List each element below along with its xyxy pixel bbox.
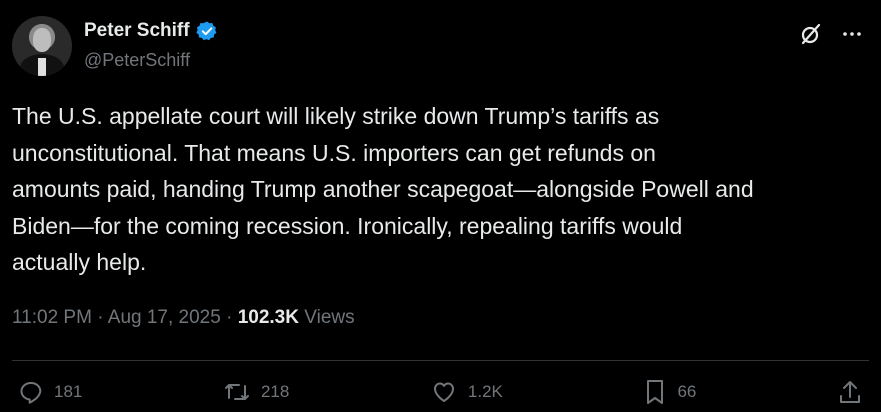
meta-separator: · — [97, 307, 104, 328]
repost-icon — [223, 379, 251, 405]
bookmark-button[interactable]: 66 — [643, 378, 696, 406]
repost-count: 218 — [260, 382, 290, 401]
share-button[interactable] — [837, 378, 863, 406]
meta-separator: · — [226, 307, 233, 328]
grok-icon[interactable] — [799, 22, 823, 46]
repost-button[interactable]: 218 — [223, 379, 289, 405]
reply-icon — [18, 379, 44, 405]
reply-button[interactable]: 181 — [18, 379, 82, 405]
more-icon[interactable] — [841, 23, 863, 45]
divider — [12, 360, 869, 361]
top-icons — [799, 22, 863, 46]
author-handle[interactable]: @PeterSchiff — [84, 50, 190, 71]
tweet-text: The U.S. appellate court will likely str… — [12, 103, 754, 275]
author-name[interactable]: Peter Schiff — [84, 20, 190, 42]
like-button[interactable]: 1.2K — [430, 379, 503, 405]
like-icon — [430, 379, 458, 405]
tweet-date[interactable]: Aug 17, 2025 — [108, 307, 221, 328]
bookmark-count: 66 — [677, 382, 697, 401]
author-name-row: Peter Schiff — [84, 20, 218, 42]
action-bar: 181 218 1.2K 66 — [18, 378, 863, 406]
views-count: 102.3K — [237, 307, 299, 328]
verified-badge-icon — [195, 20, 218, 42]
bookmark-icon — [643, 378, 667, 406]
views-label: Views — [304, 307, 355, 328]
avatar[interactable] — [12, 16, 72, 76]
avatar-face — [33, 28, 51, 52]
reply-count: 181 — [54, 382, 83, 401]
avatar-shirt — [38, 58, 46, 76]
tweet-meta: 11:02 PM · Aug 17, 2025 · 102.3K Views — [12, 307, 355, 329]
share-icon — [837, 378, 863, 406]
tweet-time[interactable]: 11:02 PM — [12, 307, 92, 328]
like-count: 1.2K — [467, 382, 503, 401]
